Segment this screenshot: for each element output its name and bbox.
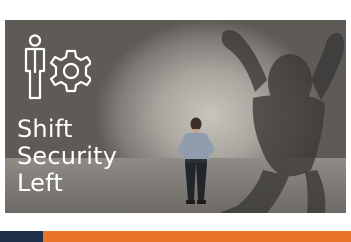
headline-line-left: Left — [17, 169, 63, 197]
banner-image[interactable]: Shift Security Left — [5, 20, 346, 213]
banner-headline: Shift Security Left — [17, 116, 117, 197]
accent-bar — [0, 231, 351, 242]
accent-bar-dark-segment — [0, 231, 43, 242]
headline-line-shift: Shift — [17, 115, 73, 143]
person-gear-icon — [24, 34, 91, 100]
accent-bar-orange-segment — [43, 231, 351, 242]
standing-person — [177, 117, 215, 204]
headline-line-security: Security — [17, 142, 118, 170]
muscle-shadow — [219, 30, 345, 213]
